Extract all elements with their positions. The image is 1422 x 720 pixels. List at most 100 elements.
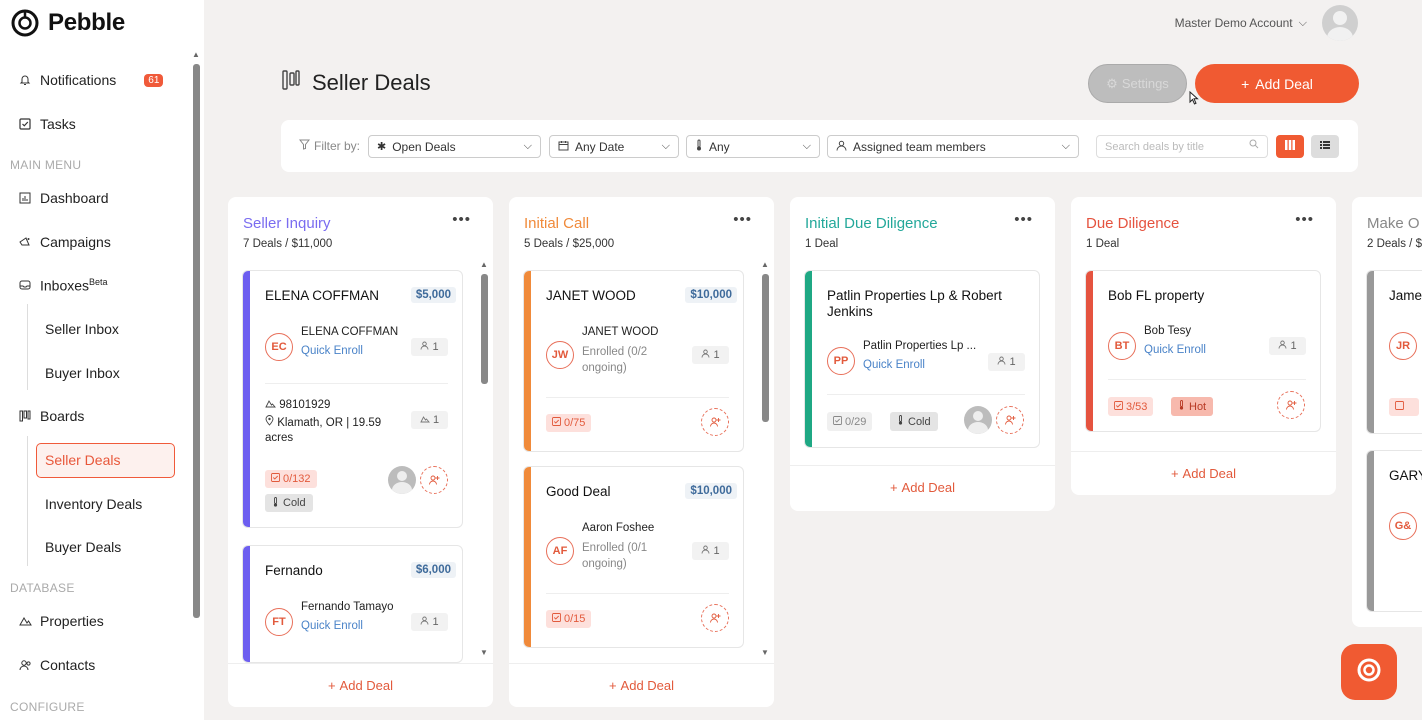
nav-boards[interactable]: Boards [18, 408, 84, 424]
tasks-chip[interactable]: 0/15 [546, 610, 592, 628]
column-scrollbar[interactable]: ▲ ▼ [480, 260, 488, 660]
help-chat-button[interactable] [1341, 644, 1397, 700]
deal-card[interactable]: Fernando $6,000 FT Fernando Tamayo Quick… [242, 545, 463, 663]
board-view-button[interactable] [1276, 135, 1304, 158]
deal-card[interactable]: Patlin Properties Lp & Robert Jenkins PP… [804, 270, 1040, 448]
tasks-chip[interactable]: 3/53 [1108, 397, 1154, 416]
contact-initials[interactable]: EC [265, 333, 293, 361]
more-icon[interactable]: ••• [452, 211, 471, 228]
add-assignee-icon[interactable] [996, 406, 1024, 434]
nav-contacts[interactable]: Contacts [18, 657, 95, 673]
settings-button[interactable]: ⚙ Settings [1088, 64, 1187, 103]
nav-notifications[interactable]: Notifications 61 [18, 72, 164, 88]
add-deal-footer[interactable]: + Add Deal [1071, 451, 1336, 495]
quick-enroll-link[interactable]: Quick Enroll [301, 345, 363, 357]
contact-name[interactable]: Fernando Tamayo [301, 601, 393, 613]
nav-properties[interactable]: Properties [18, 613, 104, 629]
status-select[interactable]: ✱ Open Deals ⌵ [368, 135, 541, 158]
scroll-up-icon[interactable]: ▲ [480, 260, 488, 269]
sidebar-scrollbar[interactable]: ▲ [192, 50, 200, 618]
checkbox-icon [271, 473, 280, 485]
more-icon[interactable]: ••• [1295, 211, 1314, 228]
sidebar: Pebble Notifications 61 Tasks MAIN MENU … [0, 0, 204, 720]
card-stripe [805, 271, 812, 447]
contact-initials[interactable]: PP [827, 347, 855, 375]
sidebar-scroll-up-icon[interactable]: ▲ [192, 50, 200, 59]
quick-enroll-link[interactable]: Quick Enroll [863, 359, 925, 371]
tasks-chip[interactable]: 0/29 [827, 412, 873, 431]
scroll-up-icon[interactable]: ▲ [761, 260, 769, 269]
add-deal-footer[interactable]: + Add Deal [228, 663, 493, 707]
deal-card[interactable]: Jame JR [1366, 270, 1422, 434]
logo[interactable]: Pebble [10, 8, 125, 38]
status-icon: ✱ [377, 141, 387, 153]
account-switcher[interactable]: Master Demo Account ⌵ [1175, 16, 1307, 30]
user-avatar[interactable] [1322, 5, 1358, 41]
nav-tasks[interactable]: Tasks [18, 116, 76, 132]
add-deal-footer-label: Add Deal [620, 678, 675, 693]
nav-seller-deals[interactable]: Seller Deals [45, 452, 120, 468]
add-assignee-icon[interactable] [701, 408, 729, 436]
assignee-avatar[interactable] [388, 466, 416, 494]
column-scroll-thumb[interactable] [762, 274, 769, 422]
list-view-button[interactable] [1311, 135, 1339, 158]
tasks-count: 0/132 [283, 473, 311, 485]
deal-card[interactable]: JANET WOOD $10,000 JW JANET WOOD Enrolle… [523, 270, 744, 452]
contact-name[interactable]: JANET WOOD [582, 326, 658, 338]
contact-name[interactable]: Bob Tesy [1144, 325, 1191, 337]
column-scroll-thumb[interactable] [481, 274, 488, 384]
nav-dashboard[interactable]: Dashboard [18, 190, 109, 206]
contact-initials[interactable]: AF [546, 537, 574, 565]
nav-seller-inbox[interactable]: Seller Inbox [45, 321, 119, 337]
team-select[interactable]: Assigned team members ⌵ [827, 135, 1079, 158]
temperature-chip[interactable]: Cold [265, 494, 313, 512]
add-assignee-icon[interactable] [1277, 391, 1305, 419]
scroll-down-icon[interactable]: ▼ [480, 648, 488, 657]
contact-initials[interactable]: BT [1108, 332, 1136, 360]
nav-inboxes[interactable]: InboxesBeta [18, 277, 108, 294]
tasks-chip[interactable]: 0/132 [265, 470, 317, 488]
deal-card[interactable]: Good Deal $10,000 AF Aaron Foshee Enroll… [523, 466, 744, 648]
nav-buyer-deals[interactable]: Buyer Deals [45, 539, 121, 555]
contact-initials[interactable]: JR [1389, 332, 1417, 360]
add-assignee-icon[interactable] [420, 466, 448, 494]
contact-name[interactable]: ELENA COFFMAN [301, 326, 398, 338]
card-stripe [1367, 451, 1374, 611]
tasks-chip[interactable] [1389, 398, 1419, 416]
nav-inventory-deals[interactable]: Inventory Deals [45, 496, 142, 512]
tasks-chip[interactable]: 0/75 [546, 414, 592, 432]
date-select[interactable]: Any Date ⌵ [549, 135, 679, 158]
temperature-select[interactable]: Any ⌵ [686, 135, 820, 158]
add-deal-footer[interactable]: + Add Deal [509, 663, 774, 707]
column-scrollbar[interactable]: ▲ ▼ [761, 260, 769, 660]
card-divider [265, 383, 448, 384]
bell-icon [18, 73, 32, 87]
deal-card[interactable]: ELENA COFFMAN $5,000 EC ELENA COFFMAN Qu… [242, 270, 463, 528]
temperature-chip[interactable]: Hot [1171, 397, 1214, 416]
quick-enroll-link[interactable]: Quick Enroll [301, 620, 363, 632]
add-deal-button[interactable]: + Add Deal [1195, 64, 1359, 103]
quick-enroll-link[interactable]: Quick Enroll [1144, 344, 1206, 356]
contact-initials[interactable]: FT [265, 608, 293, 636]
deal-card[interactable]: GARY G& [1366, 450, 1422, 612]
add-assignee-icon[interactable] [701, 604, 729, 632]
tasks-count: 3/53 [1126, 400, 1148, 413]
contact-name[interactable]: Aaron Foshee [582, 522, 654, 534]
deal-card[interactable]: Bob FL property BT Bob Tesy Quick Enroll… [1085, 270, 1321, 432]
more-icon[interactable]: ••• [733, 211, 752, 228]
contact-initials[interactable]: JW [546, 341, 574, 369]
nav-campaigns[interactable]: Campaigns [18, 234, 111, 250]
add-deal-footer[interactable]: + Add Deal [790, 465, 1055, 509]
contact-name[interactable]: Patlin Properties Lp ... [863, 340, 976, 352]
assignee-avatar[interactable] [964, 406, 992, 434]
card-divider [546, 593, 729, 594]
scroll-down-icon[interactable]: ▼ [761, 648, 769, 657]
checkbox-icon [552, 417, 561, 429]
more-icon[interactable]: ••• [1014, 211, 1033, 228]
temperature-chip[interactable]: Cold [890, 412, 938, 431]
plus-icon: + [608, 678, 617, 693]
contact-initials[interactable]: G& [1389, 512, 1417, 540]
search-input[interactable]: Search deals by title [1096, 135, 1268, 158]
sidebar-scroll-thumb[interactable] [193, 64, 200, 618]
nav-buyer-inbox[interactable]: Buyer Inbox [45, 365, 120, 381]
